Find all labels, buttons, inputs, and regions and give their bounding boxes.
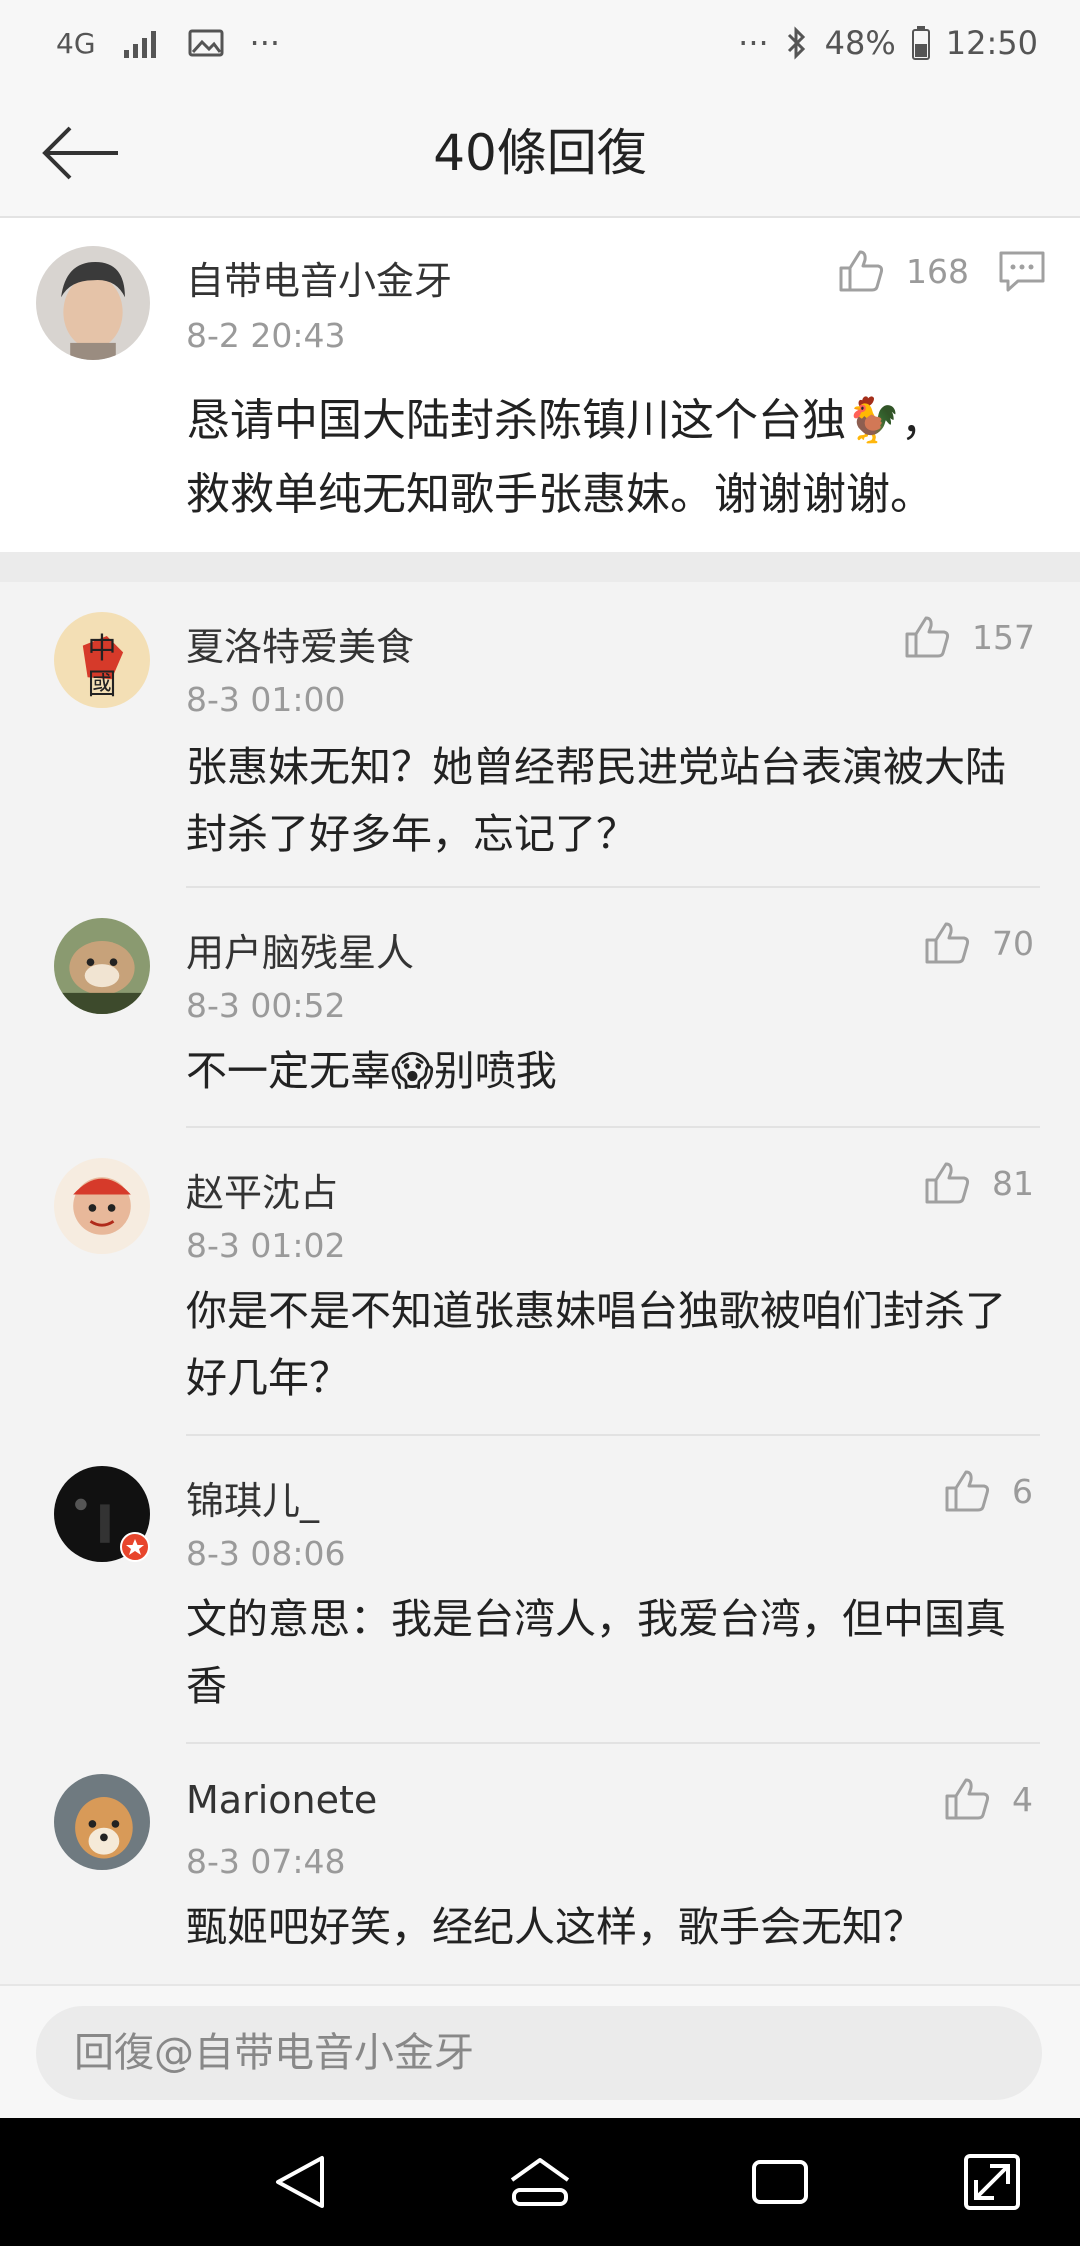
timestamp: 8-3 00:52 [186, 986, 346, 1025]
avatar[interactable] [54, 918, 150, 1014]
timestamp: 8-3 07:48 [186, 1842, 346, 1881]
avatar[interactable] [54, 1466, 150, 1562]
main-comment: 自带电音小金牙 8-2 20:43 168 恳请中国大陆封杀陈镇川这个台独🐓， … [0, 218, 1080, 552]
reply-content: 张惠妹无知？她曾经帮民进党站台表演被大陆 封杀了好多年，忘记了？ [186, 734, 1006, 868]
list-item: 用户脑残星人 8-3 00:52 70 不一定无辜😱别喷我 [0, 888, 1080, 1128]
battery-percent: 48% [824, 24, 896, 62]
like-count: 157 [972, 617, 1035, 657]
svg-text:國: 國 [88, 667, 117, 701]
reply-line: 香 [186, 1662, 227, 1710]
username[interactable]: Marionete [186, 1778, 377, 1822]
username[interactable]: 夏洛特爱美食 [186, 616, 414, 671]
like-count: 168 [906, 251, 969, 291]
timestamp: 8-3 01:00 [186, 680, 346, 719]
status-left: 4G ··· [56, 24, 280, 62]
network-label: 4G [56, 26, 96, 60]
comment-line: 恳请中国大陆封杀陈镇川这个台独🐓， [186, 395, 945, 446]
reply-content: 甄姬吧好笑，经纪人这样，歌手会无知？ [186, 1894, 924, 1961]
username[interactable]: 赵平沈占 [186, 1162, 338, 1217]
list-item: 锦琪儿_ 8-3 08:06 6 文的意思：我是台湾人，我爱台湾，但中国真 香 [0, 1436, 1080, 1744]
list-item: 赵平沈占 8-3 01:02 81 你是不是不知道张惠妹唱台独歌被咱们封杀了 好… [0, 1128, 1080, 1436]
nav-back-icon[interactable] [268, 2150, 332, 2214]
reply-line: 不一定无辜😱别喷我 [186, 1047, 557, 1095]
reply-content: 你是不是不知道张惠妹唱台独歌被咱们封杀了 好几年？ [186, 1278, 1006, 1412]
avatar[interactable] [36, 246, 150, 360]
comment-line: 救救单纯无知歌手张惠妹。谢谢谢谢。 [186, 469, 934, 520]
like-button[interactable]: 157 [902, 612, 1035, 662]
timestamp: 8-3 08:06 [186, 1534, 346, 1573]
like-button[interactable]: 4 [942, 1774, 1033, 1824]
thumbs-up-icon [839, 250, 884, 292]
comment-content: 恳请中国大陆封杀陈镇川这个台独🐓， 救救单纯无知歌手张惠妹。谢谢谢谢。 [186, 384, 945, 532]
header: 40條回復 [0, 90, 1080, 218]
comment-icon[interactable] [998, 250, 1046, 294]
like-count: 70 [992, 923, 1034, 963]
more-dots: ··· [738, 24, 769, 62]
list-item: 中 國 夏洛特爱美食 8-3 01:00 157 张惠妹无知？她曾经帮民进党站台… [0, 582, 1080, 888]
reply-list: 中 國 夏洛特爱美食 8-3 01:00 157 张惠妹无知？她曾经帮民进党站台… [0, 582, 1080, 1984]
page-title: 40條回復 [433, 124, 647, 182]
thumbs-up-icon [945, 1778, 990, 1820]
timestamp: 8-2 20:43 [186, 316, 346, 355]
thumbs-up-icon [925, 1162, 970, 1204]
battery-icon [911, 26, 930, 60]
like-count: 4 [1012, 1779, 1033, 1819]
username[interactable]: 自带电音小金牙 [186, 250, 452, 305]
avatar[interactable] [54, 1158, 150, 1254]
notification-dots: ··· [249, 24, 281, 62]
verified-badge-icon [120, 1532, 150, 1562]
section-divider [0, 552, 1080, 582]
avatar[interactable] [54, 1774, 150, 1870]
like-button[interactable]: 6 [942, 1466, 1033, 1516]
list-item: Marionete 8-3 07:48 4 甄姬吧好笑，经纪人这样，歌手会无知？ [0, 1744, 1080, 1984]
reply-line: 张惠妹无知？她曾经帮民进党站台表演被大陆 [186, 743, 1006, 791]
system-nav-bar [0, 2118, 1080, 2246]
nav-recent-icon[interactable] [748, 2150, 812, 2214]
reply-line: 你是不是不知道张惠妹唱台独歌被咱们封杀了 [186, 1287, 1006, 1335]
reply-content: 文的意思：我是台湾人，我爱台湾，但中国真 香 [186, 1586, 1006, 1720]
thumbs-up-icon [905, 616, 950, 658]
clock: 12:50 [945, 24, 1038, 62]
reply-line: 封杀了好多年，忘记了？ [186, 810, 637, 858]
bluetooth-icon [787, 26, 805, 60]
svg-text:中: 中 [88, 631, 117, 665]
reply-line: 好几年？ [186, 1354, 350, 1402]
username[interactable]: 用户脑残星人 [186, 922, 414, 977]
like-count: 6 [1012, 1471, 1033, 1511]
avatar[interactable]: 中 國 [54, 612, 150, 708]
username[interactable]: 锦琪儿_ [186, 1470, 319, 1525]
image-icon [188, 29, 224, 57]
like-button[interactable]: 168 [836, 246, 969, 296]
like-button[interactable]: 81 [922, 1158, 1034, 1208]
reply-input[interactable] [36, 2006, 1042, 2100]
like-count: 81 [992, 1163, 1034, 1203]
reply-line: 甄姬吧好笑，经纪人这样，歌手会无知？ [186, 1903, 924, 1951]
status-bar: 4G ··· ··· 48% 12:50 [0, 0, 1080, 90]
thumbs-up-icon [925, 922, 970, 964]
reply-content: 不一定无辜😱别喷我 [186, 1038, 557, 1105]
like-button[interactable]: 70 [922, 918, 1034, 968]
thumbs-up-icon [945, 1470, 990, 1512]
timestamp: 8-3 01:02 [186, 1226, 346, 1265]
nav-expand-icon[interactable] [960, 2150, 1024, 2214]
signal-icon [123, 31, 156, 58]
nav-home-icon[interactable] [508, 2150, 572, 2214]
reply-input-bar [0, 1984, 1080, 2120]
reply-line: 文的意思：我是台湾人，我爱台湾，但中国真 [186, 1595, 1006, 1643]
status-right: ··· 48% 12:50 [738, 24, 1038, 62]
